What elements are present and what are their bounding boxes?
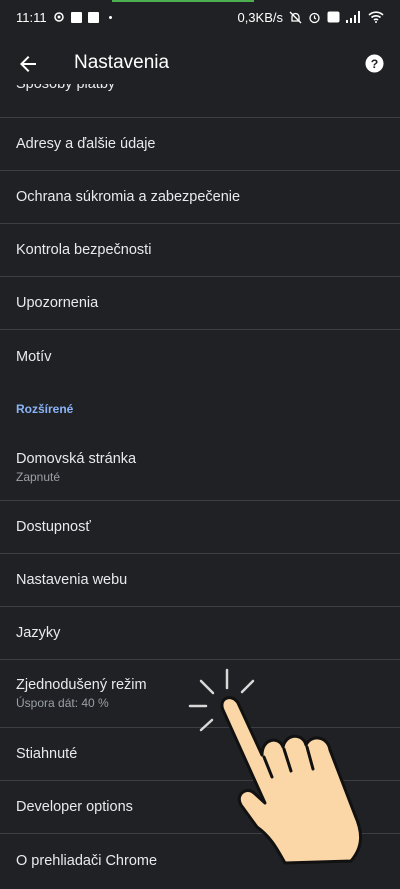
settings-item-label: Zjednodušený režim [16, 677, 147, 693]
section-header-advanced: Rozšírené [16, 402, 74, 416]
settings-list: Spôsoby platby Adresy a ďalšie údaje Och… [0, 84, 400, 887]
settings-item-label: Developer options [16, 799, 133, 815]
settings-item-label: O prehliadači Chrome [16, 852, 158, 869]
wifi-icon [368, 11, 384, 23]
settings-item-label: Jazyky [16, 625, 61, 641]
settings-item-label: Stiahnuté [16, 746, 78, 762]
settings-item-summary: Úspora dát: 40 % [16, 696, 109, 710]
signal-icon [346, 11, 360, 23]
status-bar: 11:11 0,3KB/s [0, 0, 400, 34]
settings-item-developer-options[interactable]: Developer options [0, 781, 400, 834]
settings-item-lite-mode[interactable]: Zjednodušený režim Úspora dát: 40 % [0, 660, 400, 728]
page-title: Nastavenia [74, 52, 170, 73]
network-speed: 0,3KB/s [237, 9, 283, 25]
settings-item-label: Adresy a ďalšie údaje [16, 136, 156, 152]
settings-item-privacy[interactable]: Ochrana súkromia a zabezpečenie [0, 171, 400, 224]
settings-item-theme[interactable]: Motív [0, 330, 400, 383]
settings-item-addresses[interactable]: Adresy a ďalšie údaje [0, 118, 400, 171]
bell-off-icon [289, 11, 302, 23]
settings-item-label: Upozornenia [16, 295, 99, 311]
vpn-icon [53, 12, 64, 22]
settings-item-notifications[interactable]: Upozornenia [0, 277, 400, 330]
settings-item-label: Ochrana súkromia a zabezpečenie [16, 189, 241, 205]
settings-item-label: Domovská stránka [16, 451, 137, 467]
settings-item-payment-methods[interactable]: Spôsoby platby [0, 84, 400, 118]
settings-item-label: Nastavenia webu [16, 572, 128, 588]
volte-icon [327, 11, 340, 23]
settings-item-label: Dostupnosť [16, 519, 91, 535]
settings-item-label: Spôsoby platby [16, 84, 116, 92]
alarm-icon [309, 12, 320, 23]
arrow-back-icon[interactable] [16, 52, 40, 76]
help-icon[interactable]: ? [365, 54, 384, 73]
more-notifications-icon [108, 15, 112, 19]
svg-text:?: ? [371, 57, 379, 71]
settings-item-site-settings[interactable]: Nastavenia webu [0, 554, 400, 607]
settings-item-summary: Zapnuté [16, 470, 61, 484]
settings-item-label: Motív [16, 348, 52, 365]
settings-item-accessibility[interactable]: Dostupnosť [0, 501, 400, 554]
settings-item-about-chrome[interactable]: O prehliadači Chrome [0, 834, 400, 887]
settings-item-safety-check[interactable]: Kontrola bezpečnosti [0, 224, 400, 277]
notification-icon [87, 11, 99, 23]
notification-icon [70, 11, 82, 23]
settings-item-label: Kontrola bezpečnosti [16, 242, 152, 258]
settings-item-homepage[interactable]: Domovská stránka Zapnuté [0, 435, 400, 501]
status-time: 11:11 [16, 9, 47, 25]
settings-item-languages[interactable]: Jazyky [0, 607, 400, 660]
settings-item-downloads[interactable]: Stiahnuté [0, 728, 400, 781]
